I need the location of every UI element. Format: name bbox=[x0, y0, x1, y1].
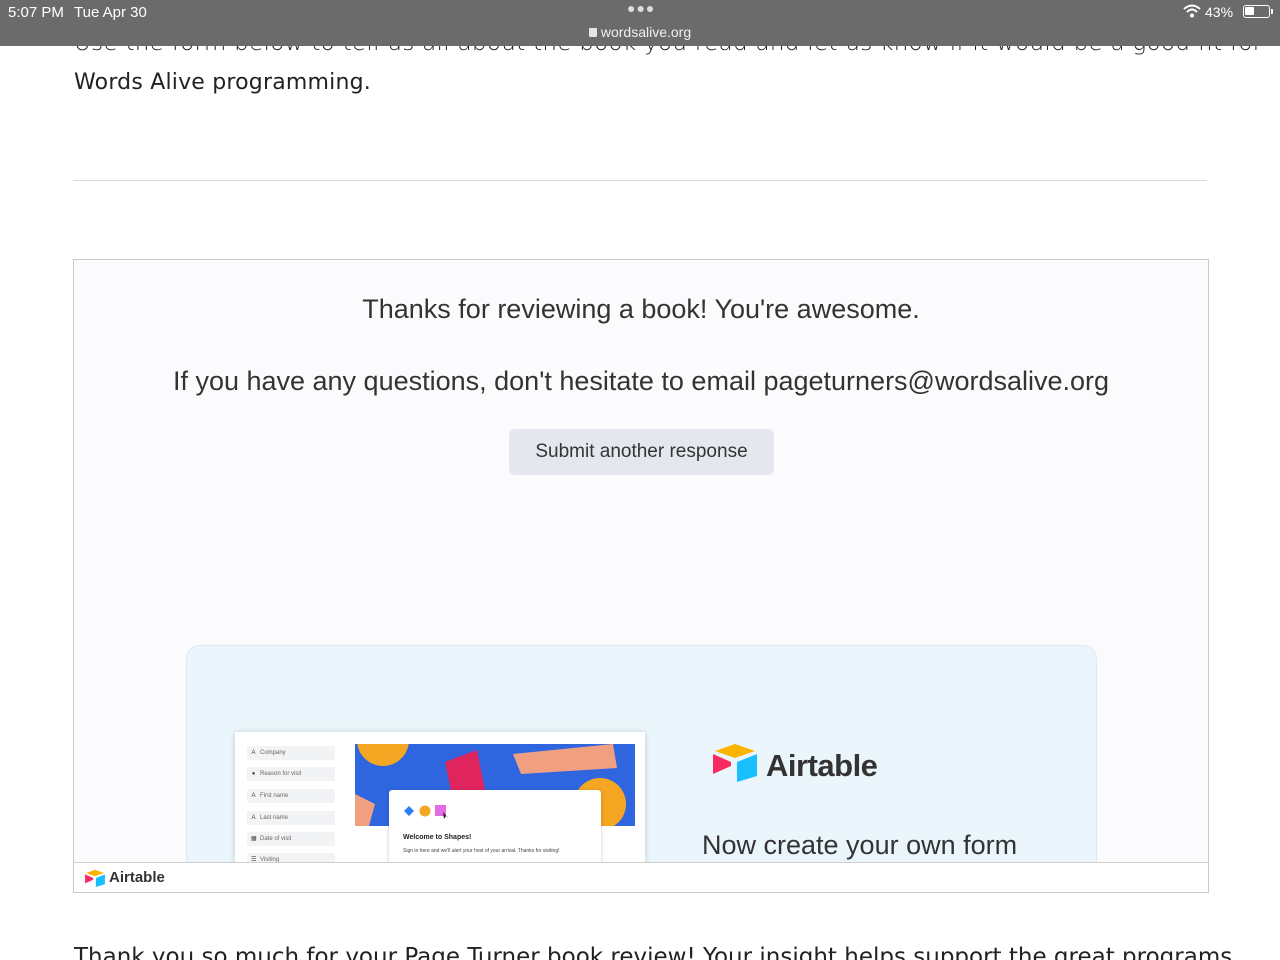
airtable-footer-link[interactable]: Airtable bbox=[109, 869, 165, 886]
battery-level bbox=[1245, 7, 1254, 15]
preview-card-title: Welcome to Shapes! bbox=[403, 834, 472, 841]
multitasking-dots-icon[interactable]: ●●● bbox=[627, 0, 655, 16]
airtable-brand-name: Airtable bbox=[766, 748, 878, 783]
preview-field: A Company bbox=[247, 746, 335, 760]
preview-card-subtitle: Sign in here and we'll alert your host o… bbox=[403, 848, 560, 854]
battery-percent: 43% bbox=[1205, 4, 1234, 20]
airtable-promo-card[interactable]: A Company ● Reason for visit A First name A… bbox=[186, 645, 1097, 892]
airtable-logo-icon bbox=[713, 744, 757, 782]
battery-tip bbox=[1271, 9, 1273, 14]
embed-footer: Airtable bbox=[74, 862, 1208, 892]
status-date: Tue Apr 30 bbox=[74, 4, 147, 21]
wifi-icon bbox=[1183, 4, 1201, 23]
preview-field: A First name bbox=[247, 789, 335, 803]
airtable-form-embed: Thanks for reviewing a book! You're awes… bbox=[73, 259, 1209, 893]
battery-icon bbox=[1243, 5, 1270, 18]
status-time: 5:07 PM bbox=[8, 4, 64, 21]
lock-icon bbox=[588, 28, 597, 37]
preview-field: ▦ Date of visit bbox=[247, 832, 335, 846]
preview-field: ● Reason for visit bbox=[247, 767, 335, 781]
closing-text: Thank you so much for your Page Turner b… bbox=[74, 944, 1233, 960]
thanks-message: Thanks for reviewing a book! You're awes… bbox=[362, 294, 920, 324]
preview-field: A Last name bbox=[247, 811, 335, 825]
address-bar[interactable]: wordsalive.org bbox=[0, 24, 1280, 40]
submit-another-response-button[interactable]: Submit another response bbox=[509, 429, 774, 475]
airtable-brand: Airtable bbox=[711, 742, 878, 787]
airtable-footer-logo-icon[interactable] bbox=[84, 869, 106, 887]
create-form-cta[interactable]: Now create your own form bbox=[702, 830, 1017, 861]
status-bar: 5:07 PM Tue Apr 30 ●●● wordsalive.org 43… bbox=[0, 0, 1280, 46]
intro-text-line2: Words Alive programming. bbox=[74, 70, 371, 95]
divider bbox=[73, 180, 1207, 181]
contact-message: If you have any questions, don't hesitat… bbox=[172, 366, 1110, 396]
url-text: wordsalive.org bbox=[600, 24, 692, 40]
